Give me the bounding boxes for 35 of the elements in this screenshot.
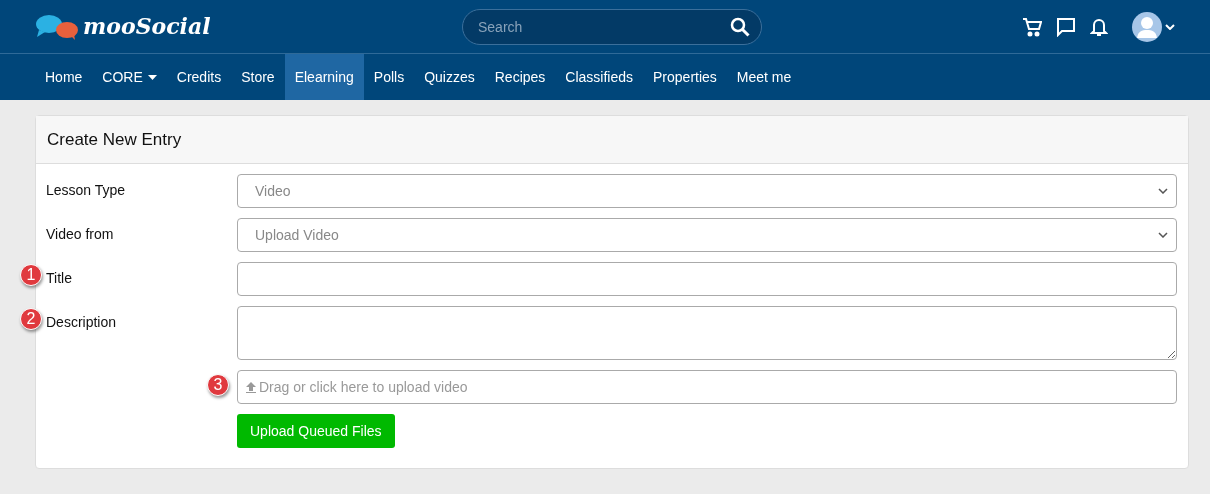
number-marker: 3 [207, 374, 229, 396]
chat-icon[interactable] [1056, 16, 1076, 37]
cart-icon[interactable] [1022, 16, 1042, 37]
logo-icon [35, 13, 79, 40]
nav-link[interactable]: CORE [92, 54, 167, 100]
field-label: Lesson Type [46, 182, 126, 198]
nav-link[interactable]: Credits [166, 54, 232, 100]
number-marker: 2 [20, 308, 42, 330]
search-icon[interactable] [730, 16, 750, 37]
nav-link[interactable]: Elearning [284, 54, 364, 100]
select-field[interactable]: Upload Video [237, 218, 1177, 252]
nav-link[interactable]: Home [35, 54, 93, 100]
bell-icon[interactable] [1090, 16, 1108, 37]
search-field[interactable]: Search [462, 8, 762, 45]
input-field[interactable] [237, 306, 1177, 360]
nav-link[interactable]: Recipes [484, 54, 556, 100]
field-label: Description [46, 314, 117, 330]
nav-link[interactable]: Quizzes [414, 54, 485, 100]
field-label: Title [46, 270, 72, 286]
number-marker: 1 [20, 264, 42, 286]
logo-text: mooSocial [83, 12, 211, 41]
card-title: Create New Entry [47, 128, 182, 151]
chevron-down-icon[interactable] [1165, 23, 1175, 30]
chevron-down-icon [1158, 188, 1168, 194]
nav-link[interactable]: Meet me [726, 54, 802, 100]
upload-icon [246, 381, 256, 393]
avatar-icon[interactable] [1132, 11, 1162, 42]
nav-link[interactable]: Polls [363, 54, 415, 100]
chevron-down-icon [1158, 232, 1168, 238]
nav-link[interactable]: Classifieds [555, 54, 644, 100]
field-label: Video from [46, 226, 114, 242]
input-field[interactable] [237, 262, 1177, 296]
select-field[interactable]: Video [237, 174, 1177, 208]
nav-link[interactable]: Store [231, 54, 285, 100]
nav-link[interactable]: Properties [643, 54, 727, 100]
